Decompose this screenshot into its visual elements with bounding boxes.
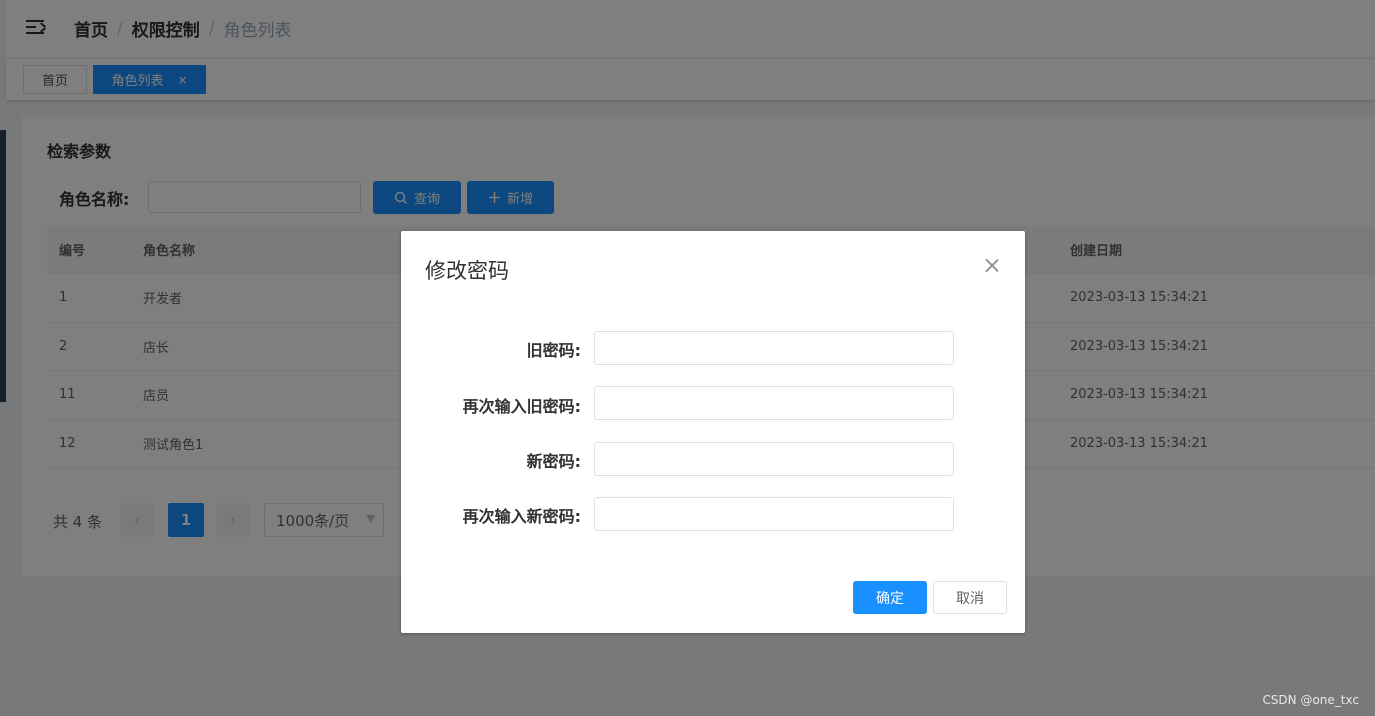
cancel-button[interactable]: 取消 bbox=[933, 581, 1007, 614]
confirm-old-password-input[interactable] bbox=[594, 386, 954, 420]
old-password-input[interactable] bbox=[594, 331, 954, 365]
close-icon[interactable] bbox=[981, 255, 1003, 277]
confirm-new-password-input[interactable] bbox=[594, 497, 954, 531]
confirm-button[interactable]: 确定 bbox=[853, 581, 927, 614]
new-password-label: 新密码: bbox=[526, 452, 581, 471]
change-password-dialog: 修改密码 旧密码: 再次输入旧密码: 新密码: 再次输入新密码: 确定 取消 bbox=[401, 231, 1025, 633]
confirm-new-password-label: 再次输入新密码: bbox=[462, 507, 581, 526]
confirm-old-password-label: 再次输入旧密码: bbox=[462, 397, 581, 416]
old-password-label: 旧密码: bbox=[526, 341, 581, 360]
dialog-title: 修改密码 bbox=[425, 259, 509, 283]
new-password-input[interactable] bbox=[594, 442, 954, 476]
watermark: CSDN @one_txc bbox=[1262, 693, 1359, 707]
